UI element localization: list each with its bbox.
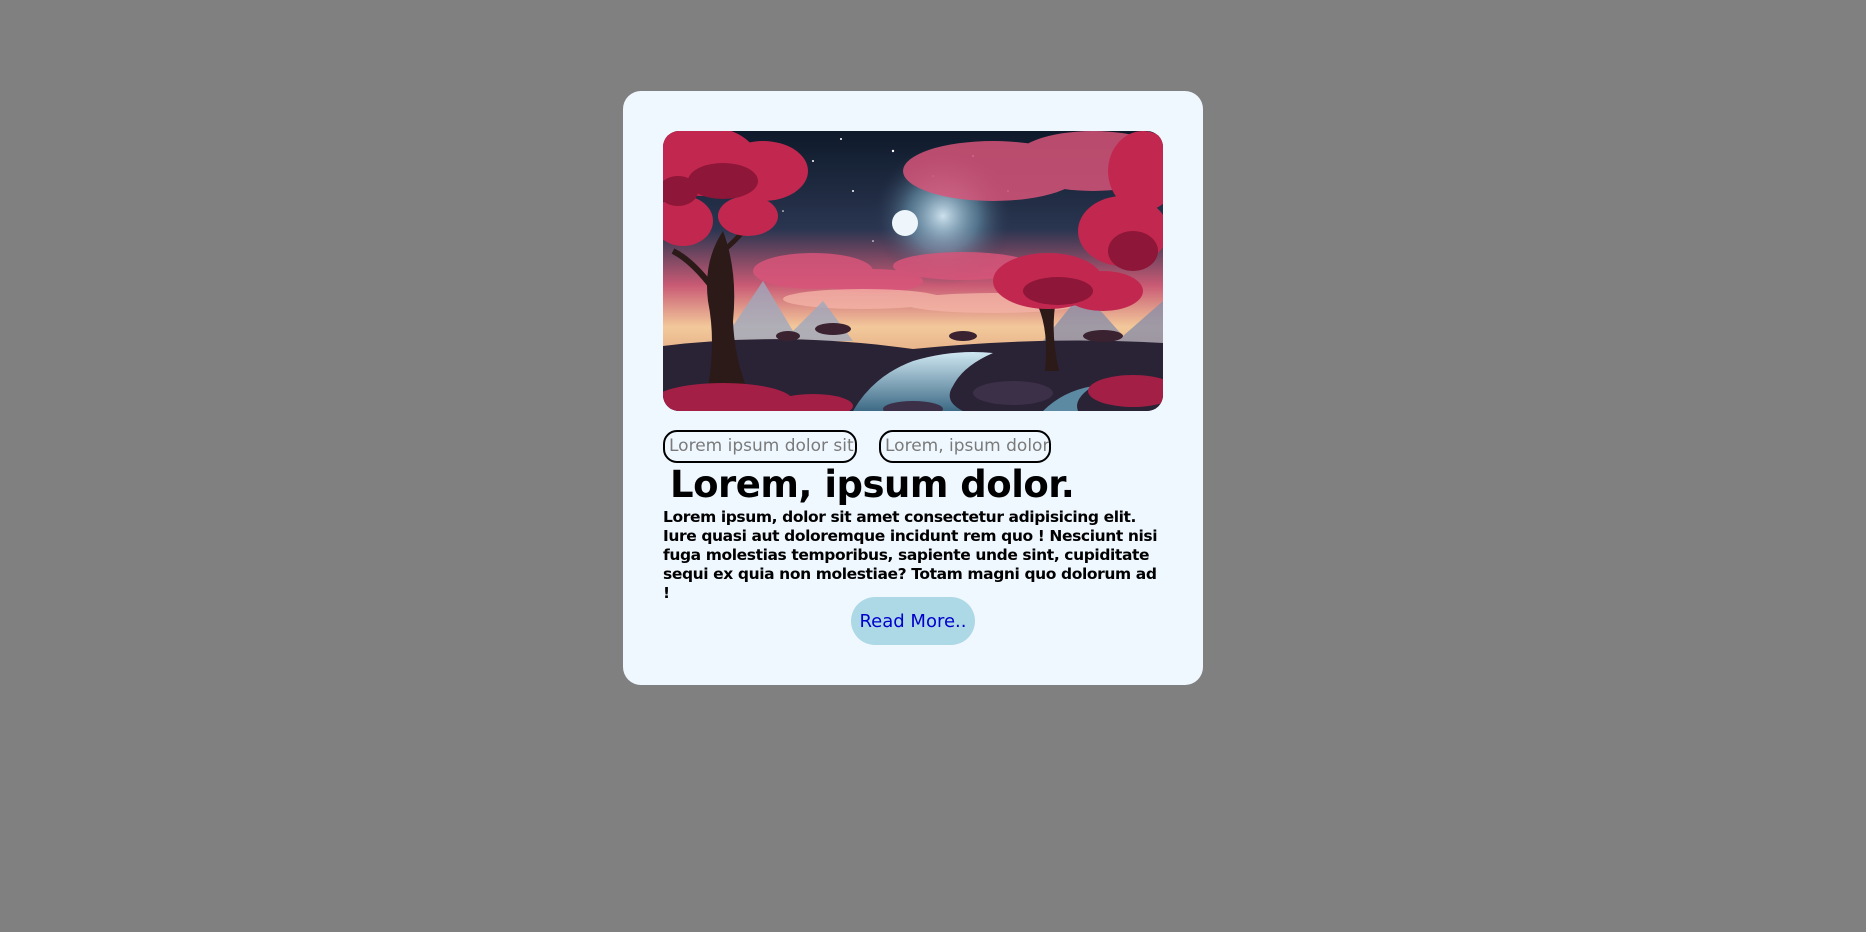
tag-pill: Lorem ipsum dolor sit. — [663, 430, 857, 463]
tag-pill: Lorem, ipsum dolor. — [879, 430, 1051, 463]
read-more-button[interactable]: Read More.. — [851, 597, 975, 645]
card-title: Lorem, ipsum dolor. — [670, 463, 1075, 506]
article-card: Lorem ipsum dolor sit. Lorem, ipsum dolo… — [623, 91, 1203, 685]
hero-image — [663, 131, 1163, 411]
card-description: Lorem ipsum, dolor sit amet consectetur … — [663, 508, 1158, 602]
